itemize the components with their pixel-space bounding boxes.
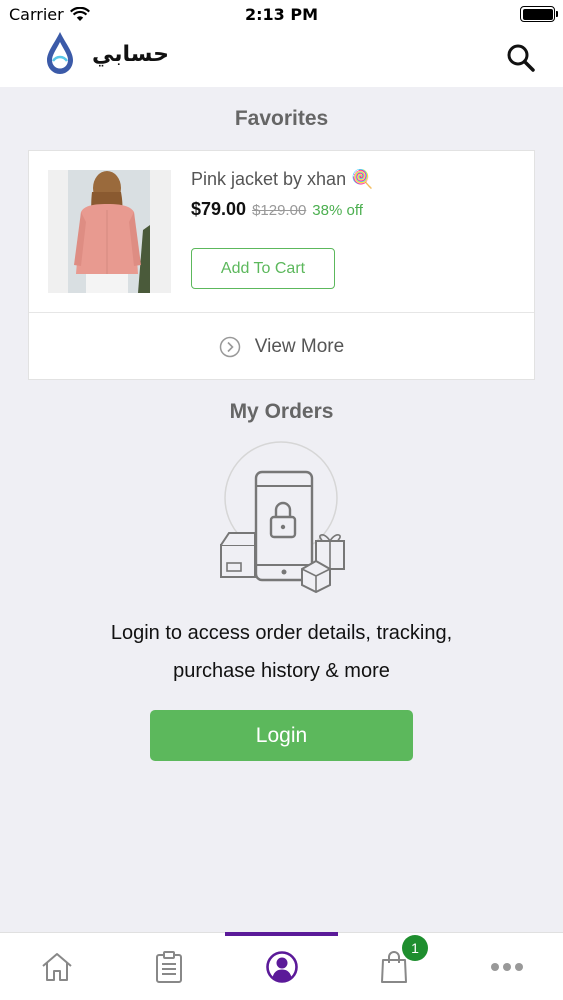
original-price: $129.00: [252, 202, 307, 219]
clipboard-icon: [156, 951, 182, 983]
discount-label: 38% off: [312, 202, 363, 219]
login-message: Login to access order details, tracking,…: [40, 614, 523, 690]
tab-more[interactable]: [487, 947, 527, 987]
home-icon: [42, 953, 72, 981]
view-more-button[interactable]: View More: [29, 313, 534, 380]
search-icon: [507, 44, 535, 72]
app-header: حسابي: [0, 30, 563, 87]
product-image[interactable]: [48, 170, 171, 293]
jacket-photo: [68, 170, 150, 293]
product-name[interactable]: Pink jacket by xhan 🍭: [191, 169, 374, 190]
login-message-line1: Login to access order details, tracking,: [110, 622, 453, 644]
orders-title: My Orders: [229, 400, 334, 423]
locked-orders-illustration: [220, 441, 345, 593]
battery-icon: [520, 6, 558, 22]
user-circle-icon: [266, 951, 298, 983]
search-button[interactable]: [505, 42, 537, 74]
chevron-right-circle-icon: [219, 336, 241, 357]
tab-home[interactable]: [37, 947, 77, 987]
current-price: $79.00: [191, 199, 247, 219]
add-to-cart-button[interactable]: Add To Cart: [191, 248, 335, 289]
brand-logo: [47, 32, 73, 74]
cart-count-badge: 1: [402, 935, 428, 961]
active-tab-indicator: [225, 932, 338, 936]
login-message-line2: purchase history & more: [173, 660, 390, 682]
clock: 2:13 PM: [244, 5, 318, 24]
price-row: $79.00 $129.00 38% off: [191, 199, 363, 220]
more-dots-icon: [491, 963, 523, 971]
bottom-tab-bar: [0, 932, 563, 1000]
tab-orders[interactable]: [149, 947, 189, 987]
favorites-card: Pink jacket by xhan 🍭 $79.00 $129.00 38%…: [28, 150, 535, 380]
favorites-title: Favorites: [234, 107, 329, 130]
view-more-label: View More: [254, 335, 345, 357]
status-bar: Carrier 2:13 PM: [0, 0, 563, 30]
tab-account[interactable]: [262, 947, 302, 987]
app-title: حسابي: [92, 42, 170, 67]
login-button[interactable]: Login: [150, 710, 413, 761]
